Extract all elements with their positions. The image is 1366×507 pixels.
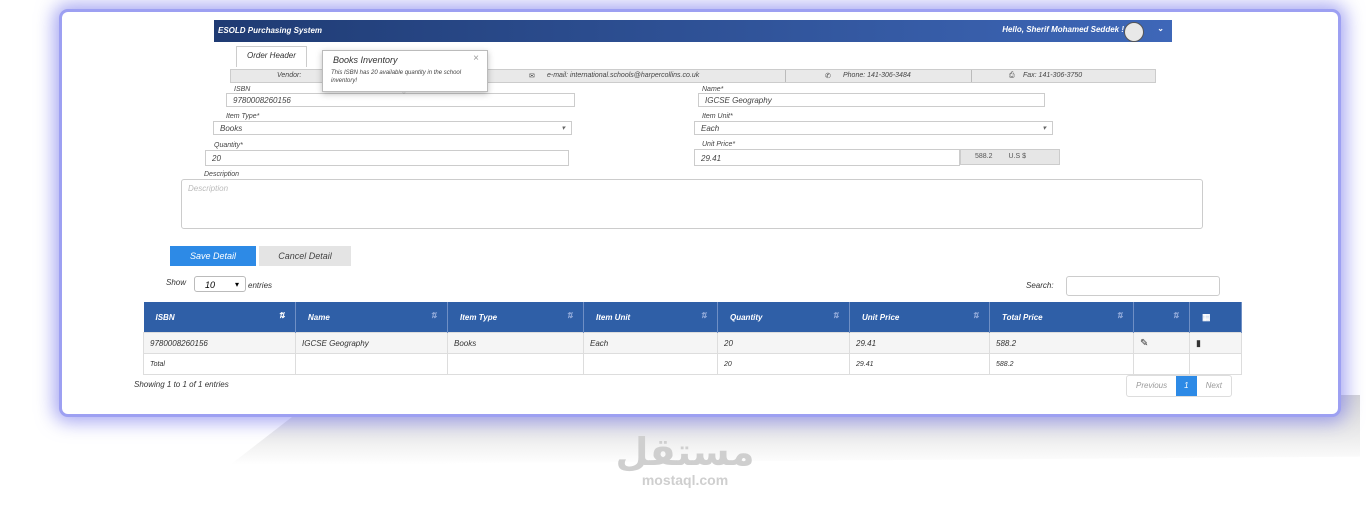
edit-cell: ✎ [1133, 332, 1190, 354]
page-1-button[interactable]: 1 [1176, 376, 1197, 396]
col-isbn[interactable]: ISBN ⇅ [143, 302, 296, 333]
pencil-icon[interactable]: ✎ [1140, 338, 1148, 349]
vendor-fax: Fax: 141-306-3750 [1023, 72, 1083, 79]
total-unit-price: 29.41 [849, 353, 990, 375]
cancel-detail-button[interactable]: Cancel Detail [259, 246, 351, 266]
phone-icon: ✆ [825, 73, 831, 80]
col-unit-price[interactable]: Unit Price ⇅ [849, 302, 990, 333]
sort-icon: ⇅ [972, 311, 979, 320]
isbn-label: ISBN [234, 86, 251, 93]
total-addon: 588.2 [975, 153, 993, 160]
vendor-phone: Phone: 141-306-3484 [843, 72, 911, 79]
col-item-type[interactable]: Item Type ⇅ [447, 302, 584, 333]
item-unit-select[interactable]: Each [694, 121, 1053, 136]
col-name[interactable]: Name ⇅ [295, 302, 448, 333]
delete-cell: ▮ [1189, 332, 1242, 354]
table-row: 9780008260156 IGCSE Geography Books Each… [143, 332, 1242, 354]
cell-total-price: 588.2 [989, 332, 1134, 354]
unit-price-field[interactable]: 29.41 [694, 149, 960, 166]
item-unit-value: Each [701, 124, 720, 133]
total-price: 588.2 [989, 353, 1134, 375]
description-label: Description [204, 171, 240, 178]
search-input[interactable] [1066, 276, 1220, 296]
cell-item-type: Books [447, 332, 584, 354]
currency-addon: U.S $ [1008, 153, 1026, 160]
app-title[interactable]: ESOLD Purchasing System [218, 26, 322, 35]
next-button[interactable]: Next [1197, 376, 1231, 396]
cell-name: IGCSE Geography [295, 332, 448, 354]
cell-unit-price: 29.41 [849, 332, 990, 354]
popover-title: Books Inventory [333, 55, 398, 65]
price-addon: 588.2 U.S $ [960, 149, 1060, 165]
search-label: Search: [1026, 281, 1054, 290]
books-inventory-popover: Books Inventory × This ISBN has 20 avail… [322, 50, 488, 96]
col-quantity[interactable]: Quantity ⇅ [717, 302, 850, 333]
unit-price-label: Unit Price* [702, 141, 736, 148]
show-label: Show [166, 278, 187, 287]
details-table: ISBN ⇅ Name ⇅ Item Type ⇅ Item Unit ⇅ Quanti… [143, 302, 1242, 375]
col-actions[interactable]: ⇅ [1133, 302, 1190, 333]
cell-isbn: 9780008260156 [143, 332, 296, 354]
sort-icon: ⇅ [1172, 311, 1179, 320]
tab-order-header[interactable]: Order Header [236, 46, 307, 67]
page-length-value: 10 [205, 280, 216, 290]
sort-icon: ⇅ [278, 311, 285, 320]
total-label: Total [143, 353, 296, 375]
sort-icon: ⇅ [1116, 311, 1123, 320]
previous-button[interactable]: Previous [1127, 376, 1176, 396]
excel-icon: ▦ [1202, 311, 1211, 322]
chevron-down-icon[interactable]: ⌄ [1157, 24, 1164, 33]
chevron-down-icon: ▾ [234, 280, 239, 289]
cell-item-unit: Each [583, 332, 718, 354]
envelope-icon: ✉ [529, 73, 535, 80]
entries-label: entries [248, 281, 273, 290]
watermark-latin: mostaql.com [641, 472, 729, 488]
total-quantity: 20 [717, 353, 850, 375]
chevron-down-icon: ⌄ [401, 89, 407, 96]
vendor-email: e-mail: international.schools@harpercoll… [547, 72, 700, 79]
vendor-label: Vendor: [277, 72, 302, 79]
fax-icon: ⎙ [1009, 72, 1015, 79]
description-textarea[interactable]: Description [181, 179, 1203, 229]
page-length-select[interactable]: 10 ▾ [194, 276, 246, 292]
quantity-field[interactable]: 20 [205, 150, 569, 166]
user-greeting[interactable]: Hello, Sherif Mohamed Seddek ! [1002, 25, 1124, 34]
avatar[interactable] [1124, 22, 1144, 42]
sort-icon: ⇅ [430, 311, 437, 320]
name-field[interactable]: IGCSE Geography [698, 93, 1045, 107]
trash-icon[interactable]: ▮ [1196, 338, 1201, 349]
sort-icon: ⇅ [700, 311, 707, 320]
popover-message: This ISBN has 20 available quantity in t… [331, 70, 462, 84]
name-label: Name* [702, 86, 724, 93]
item-unit-label: Item Unit* [702, 113, 733, 120]
pagination: Previous 1 Next [1126, 375, 1233, 397]
quantity-label: Quantity* [214, 142, 243, 149]
top-navbar: ESOLD Purchasing System Hello, Sherif Mo… [214, 20, 1172, 42]
sort-icon: ⇅ [832, 311, 839, 320]
sort-icon: ⇅ [566, 311, 573, 320]
col-total-price[interactable]: Total Price ⇅ [989, 302, 1134, 333]
close-icon[interactable]: × [473, 53, 479, 64]
item-type-label: Item Type* [226, 113, 260, 120]
save-detail-button[interactable]: Save Detail [170, 246, 256, 266]
total-row: Total 20 29.41 588.2 [143, 353, 1242, 375]
table-info: Showing 1 to 1 of 1 entries [134, 380, 229, 389]
watermark: مستقل mostaql.com [600, 432, 770, 488]
col-export[interactable]: ▦ [1189, 302, 1242, 333]
item-type-select[interactable]: Books [213, 121, 572, 136]
item-type-value: Books [220, 124, 243, 133]
cell-quantity: 20 [717, 332, 850, 354]
col-item-unit[interactable]: Item Unit ⇅ [583, 302, 718, 333]
watermark-arabic: مستقل [615, 430, 755, 474]
